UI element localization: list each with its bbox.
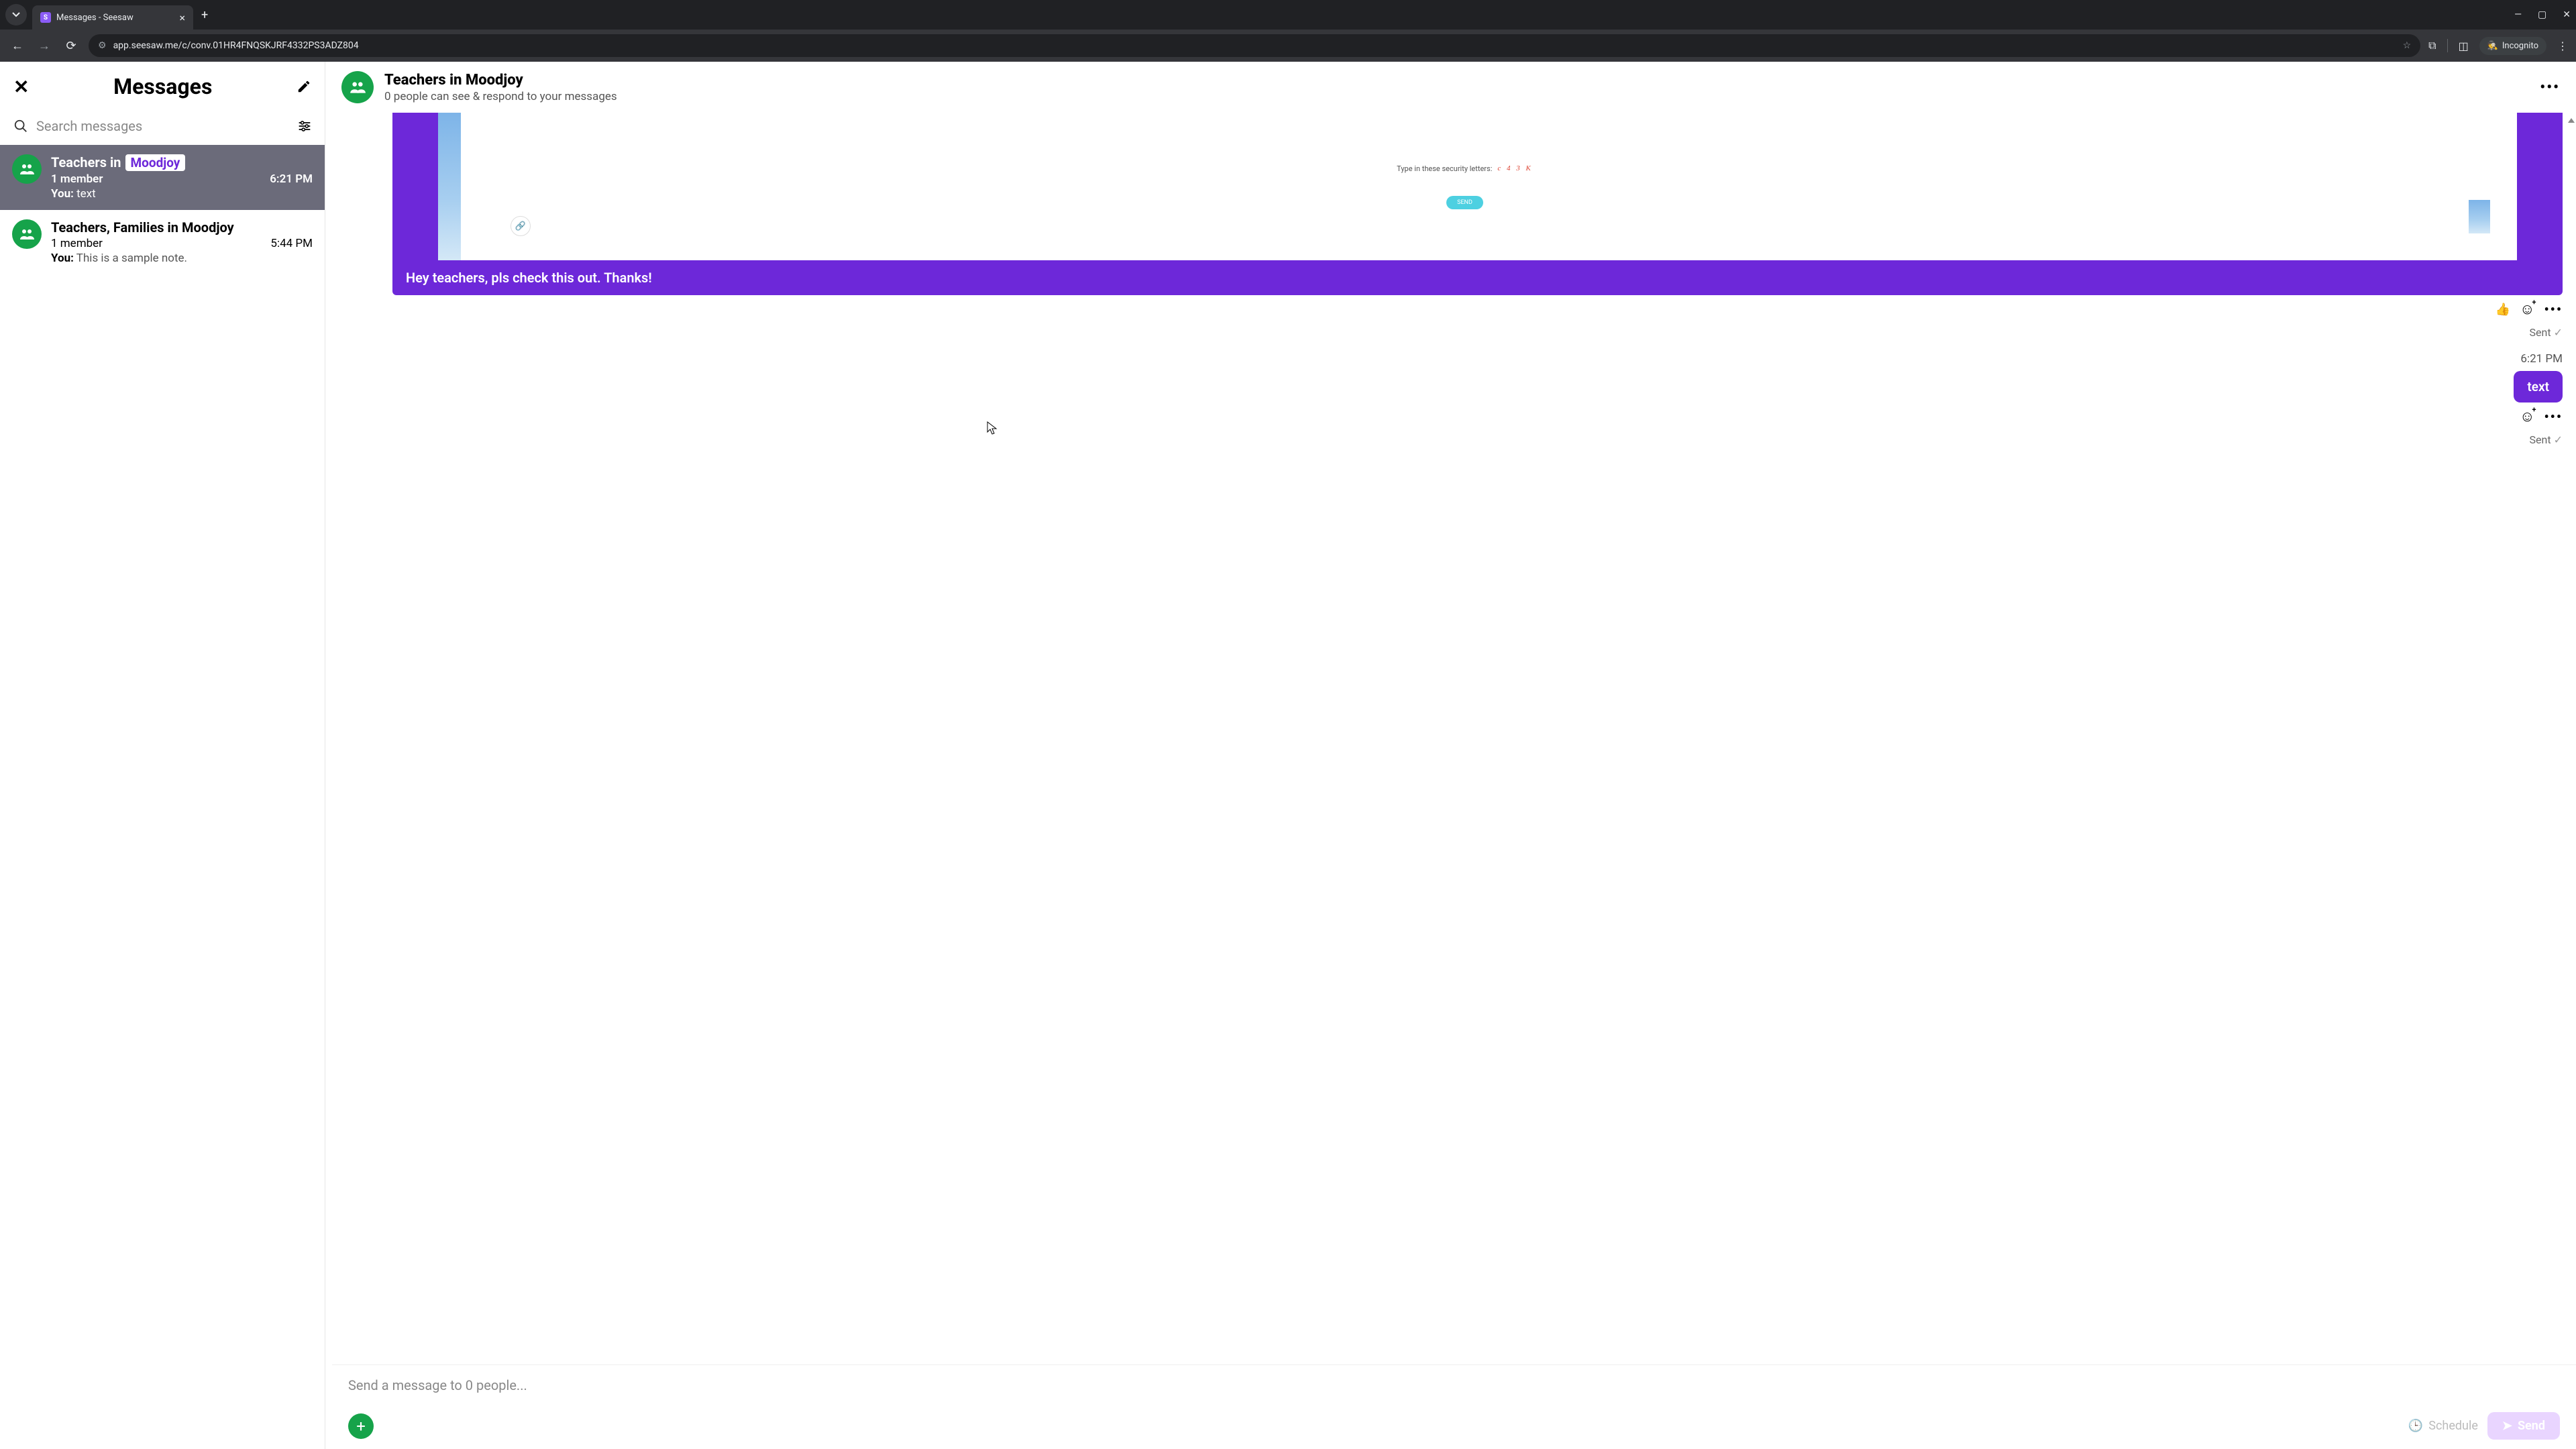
- close-messages-button[interactable]: ✕: [13, 76, 29, 98]
- compose-button[interactable]: [297, 79, 311, 94]
- message-attachment-bubble[interactable]: 🔗 Type in these security letters: c 4 3 …: [392, 113, 2563, 295]
- conversation-title-badge: Moodjoy: [125, 154, 186, 171]
- conversation-preview-text: text: [76, 187, 96, 201]
- new-tab-button[interactable]: +: [201, 8, 208, 22]
- preview-security-text: Type in these security letters: c 4 3 K: [1397, 164, 1533, 173]
- window-controls: — ▢ ✕: [2514, 9, 2571, 20]
- conversation-preview-you: You:: [51, 252, 74, 265]
- filter-button[interactable]: [298, 120, 311, 132]
- message-status: Sent ✓: [392, 433, 2563, 446]
- scroll-up-indicator[interactable]: [2568, 118, 2575, 123]
- message-timestamp: 6:21 PM: [392, 352, 2563, 366]
- tab-title: Messages - Seesaw: [56, 13, 174, 23]
- link-icon[interactable]: 🔗: [511, 216, 531, 236]
- close-window-button[interactable]: ✕: [2563, 9, 2571, 20]
- sidebar-title: Messages: [40, 74, 286, 99]
- conversation-item[interactable]: Teachers, Families in Moodjoy 1 member 5…: [0, 210, 325, 274]
- conversation-title: Teachers, Families in Moodjoy: [51, 219, 234, 235]
- incognito-badge[interactable]: 🕵 Incognito: [2479, 37, 2546, 55]
- clock-icon: 🕒: [2408, 1419, 2423, 1433]
- tab-close-icon[interactable]: ×: [179, 11, 185, 24]
- conversation-title-prefix: Teachers in: [51, 154, 121, 170]
- add-reaction-button[interactable]: ☺: [2520, 408, 2534, 425]
- conversation-time: 5:44 PM: [270, 237, 313, 250]
- conversation-time: 6:21 PM: [270, 172, 313, 186]
- reload-button[interactable]: ⟳: [62, 39, 80, 53]
- conversation-list: Teachers in Moodjoy 1 member 6:21 PM You…: [0, 145, 325, 1449]
- attachment-preview: 🔗 Type in these security letters: c 4 3 …: [438, 113, 2517, 260]
- incognito-label: Incognito: [2502, 41, 2538, 51]
- message-actions: ☺ •••: [392, 408, 2563, 425]
- message-actions: 👍 ☺ •••: [392, 301, 2563, 318]
- tab-search-dropdown[interactable]: [5, 4, 27, 25]
- extensions-icon[interactable]: ⧉: [2428, 39, 2436, 52]
- conversation-preview-text: This is a sample note.: [76, 252, 187, 265]
- messages-area[interactable]: 🔗 Type in these security letters: c 4 3 …: [325, 113, 2576, 1364]
- search-placeholder: Search messages: [36, 118, 142, 134]
- browser-menu-icon[interactable]: ⋮: [2557, 40, 2568, 52]
- group-avatar-icon: [12, 219, 42, 249]
- conversation-item[interactable]: Teachers in Moodjoy 1 member 6:21 PM You…: [0, 145, 325, 210]
- conversation-members: 1 member: [51, 237, 103, 250]
- side-panel-icon[interactable]: ◫: [2459, 40, 2469, 52]
- browser-tab-strip: S Messages - Seesaw × + — ▢ ✕: [0, 0, 2576, 30]
- group-avatar-icon: [12, 154, 42, 184]
- search-icon: [13, 119, 28, 133]
- group-avatar-icon: [341, 71, 374, 103]
- sidebar: ✕ Messages Search messages: [0, 62, 325, 1449]
- search-input[interactable]: Search messages: [13, 118, 288, 134]
- site-settings-icon[interactable]: ⚙: [98, 40, 107, 51]
- sent-check-icon: ✓: [2554, 326, 2563, 339]
- preview-image-fragment: [2469, 200, 2490, 233]
- conversation-title: Teachers in Moodjoy: [384, 72, 2529, 89]
- composer-input[interactable]: Send a message to 0 people...: [348, 1377, 2560, 1412]
- preview-send-button: SEND: [1446, 196, 1483, 209]
- conversation-subtitle: 0 people can see & respond to your messa…: [384, 90, 2529, 103]
- toolbar-divider: [2447, 39, 2448, 52]
- maximize-button[interactable]: ▢: [2538, 9, 2546, 20]
- send-icon: ➤: [2502, 1419, 2512, 1433]
- add-attachment-button[interactable]: +: [348, 1413, 374, 1439]
- schedule-button[interactable]: 🕒 Schedule: [2408, 1419, 2478, 1433]
- main-panel: Teachers in Moodjoy 0 people can see & r…: [325, 62, 2576, 1449]
- sent-check-icon: ✓: [2554, 433, 2563, 446]
- back-button[interactable]: ←: [8, 39, 27, 53]
- thumbs-up-reaction[interactable]: 👍: [2496, 303, 2510, 317]
- message-composer: Send a message to 0 people... + 🕒 Schedu…: [332, 1364, 2576, 1449]
- bookmark-icon[interactable]: ☆: [2403, 40, 2412, 51]
- conversation-members: 1 member: [51, 172, 103, 186]
- preview-image-fragment: [438, 113, 461, 260]
- send-button[interactable]: ➤ Send: [2487, 1412, 2560, 1440]
- message-status: Sent ✓: [392, 326, 2563, 339]
- forward-button[interactable]: →: [35, 39, 54, 53]
- tab-favicon: S: [40, 12, 51, 23]
- add-reaction-button[interactable]: ☺: [2520, 301, 2534, 318]
- conversation-preview-you: You:: [51, 187, 74, 201]
- minimize-button[interactable]: —: [2514, 9, 2522, 20]
- message-bubble[interactable]: text: [2514, 371, 2563, 402]
- browser-tab[interactable]: S Messages - Seesaw ×: [32, 5, 193, 30]
- url-text: app.seesaw.me/c/conv.01HR4FNQSKJRF4332PS…: [113, 40, 2396, 51]
- message-more-button[interactable]: •••: [2544, 301, 2563, 317]
- attachment-caption: Hey teachers, pls check this out. Thanks…: [392, 260, 2563, 295]
- incognito-icon: 🕵: [2487, 41, 2498, 51]
- browser-toolbar: ← → ⟳ ⚙ app.seesaw.me/c/conv.01HR4FNQSKJ…: [0, 30, 2576, 62]
- address-bar[interactable]: ⚙ app.seesaw.me/c/conv.01HR4FNQSKJRF4332…: [89, 34, 2420, 57]
- conversation-header: Teachers in Moodjoy 0 people can see & r…: [325, 62, 2576, 113]
- preview-captcha: c 4 3 K: [1497, 164, 1532, 172]
- message-more-button[interactable]: •••: [2544, 409, 2563, 425]
- conversation-more-button[interactable]: •••: [2540, 79, 2560, 96]
